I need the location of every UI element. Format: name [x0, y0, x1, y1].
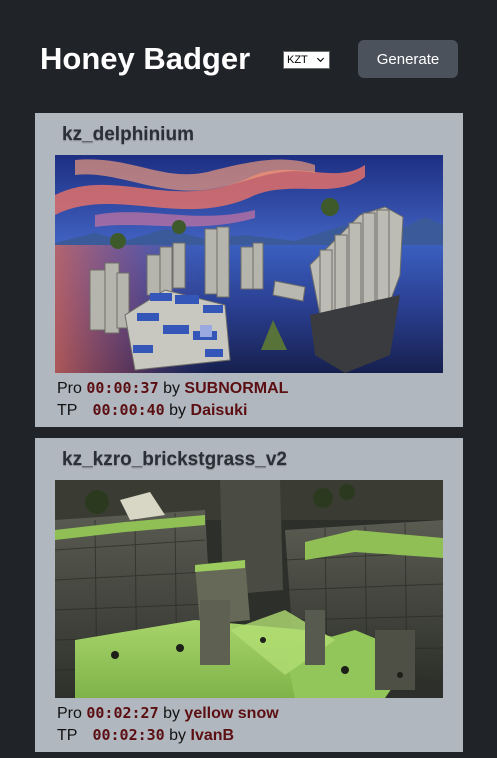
record-type: Pro	[57, 380, 82, 397]
map-card: kz_delphinium Pro 00:00:37 by SUBNORMAL …	[35, 113, 463, 427]
record-row: Pro 00:00:37 by SUBNORMAL	[57, 377, 288, 399]
record-by: by	[163, 380, 180, 397]
map-screenshot	[55, 480, 443, 698]
map-card: kz_kzro_brickstgrass_v2 Pro 00:02:27 by …	[35, 438, 463, 752]
record-time: 00:00:40	[92, 401, 165, 419]
record-row: Pro 00:02:27 by yellow snow	[57, 702, 279, 724]
record-by: by	[169, 402, 187, 419]
record-time: 00:02:27	[86, 704, 159, 722]
map-name: kz_kzro_brickstgrass_v2	[62, 449, 287, 470]
record-row: TP 00:00:40 by Daisuki	[57, 399, 247, 421]
chevron-down-icon	[316, 57, 325, 63]
mode-select-value: KZT	[287, 54, 308, 66]
record-type: TP	[57, 402, 78, 419]
record-by: by	[169, 727, 187, 744]
record-player[interactable]: Daisuki	[191, 402, 248, 419]
record-player[interactable]: SUBNORMAL	[184, 380, 288, 397]
map-name: kz_delphinium	[62, 124, 194, 145]
record-by: by	[163, 705, 180, 722]
app-title: Honey Badger	[40, 41, 251, 76]
record-row: TP 00:02:30 by IvanB	[57, 724, 234, 746]
generate-button[interactable]: Generate	[358, 40, 458, 78]
map-screenshot	[55, 155, 443, 373]
record-player[interactable]: yellow snow	[184, 705, 278, 722]
mode-select[interactable]: KZT	[283, 51, 330, 69]
header: Honey Badger KZT Generate	[0, 0, 497, 110]
record-time: 00:02:30	[92, 726, 165, 744]
record-type: TP	[57, 727, 78, 744]
record-type: Pro	[57, 705, 82, 722]
record-player[interactable]: IvanB	[191, 727, 235, 744]
record-time: 00:00:37	[86, 379, 159, 397]
